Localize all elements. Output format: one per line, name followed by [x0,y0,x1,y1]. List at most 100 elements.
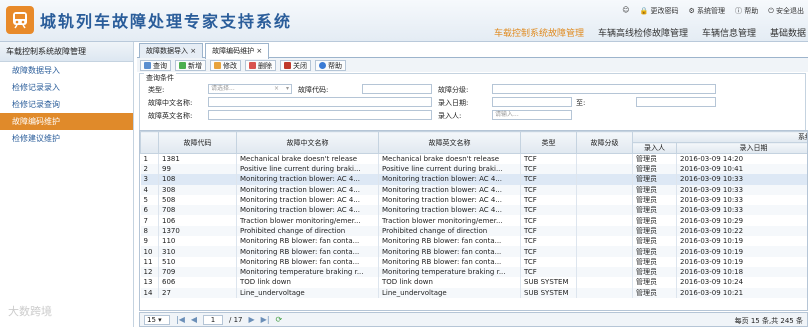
change-password-link[interactable]: 🔒 更改密码 [640,6,679,16]
table-row[interactable]: 1 1381 Mechanical brake doesn't release Mec… [140,153,807,164]
table-row[interactable]: 2 99 Positive line current during braki...… [140,164,807,175]
cell-entered-by: 管理员 [632,277,677,288]
sidebar-item-record-entry[interactable]: 检修记录录入 [0,79,133,96]
header-type[interactable]: 类型 [520,131,577,154]
cell-en-name: Monitoring RB blower: fan conta... [378,256,521,267]
type-select-value: 请选择... [211,85,235,92]
tab-fault-code[interactable]: 故障编码维护 × [205,43,270,59]
cell-en-name: Traction blower monitoring/emer... [378,215,521,226]
table-row[interactable]: 11 510 Monitoring RB blower: fan conta... M… [140,256,807,267]
next-page-icon[interactable]: ▶ [249,315,255,324]
cell-entered-by: 管理员 [632,215,677,226]
cell-row-number: 2 [140,164,159,175]
cell-type: TCF [520,184,577,195]
header-en-name[interactable]: 故障英文名称 [378,131,521,154]
table-row[interactable]: 12 709 Monitoring temperature braking r...… [140,266,807,278]
date-label: 录入日期: [438,99,469,107]
clear-icon[interactable]: × [274,85,279,93]
code-input[interactable] [362,84,432,94]
table-row[interactable]: 9 110 Monitoring RB blower: fan conta... Mo… [140,236,807,247]
prev-page-icon[interactable]: ◀ [191,315,197,324]
cell-en-name: Positive line current during braki... [378,164,521,175]
nav-onboard-fault[interactable]: 车载控制系统故障管理 [494,26,584,39]
last-page-icon[interactable]: ▶| [261,315,270,324]
cell-en-name: Prohibited change of direction [378,225,521,237]
header-group-system: 系统信息 [632,131,807,143]
code-label: 故障代码: [298,86,329,94]
help-link[interactable]: ⓘ 帮助 [735,6,758,16]
train-logo-icon [6,6,34,34]
nav-vehicle-info[interactable]: 车辆信息管理 [702,26,756,39]
cell-fault-code: 27 [158,287,237,298]
nav-basic-data[interactable]: 基础数据 [770,26,806,39]
page-number-input[interactable]: 1 [203,314,224,325]
table-row[interactable]: 13 606 TOD link down TOD link down SUB SYSTE… [140,277,807,288]
sidebar-item-fault-code[interactable]: 故障编码维护 [0,113,133,130]
help-button[interactable]: 帮助 [315,60,346,71]
cell-cn-name: Traction blower monitoring/emer... [236,215,379,226]
cell-type: TCF [520,256,577,267]
add-button[interactable]: 新增 [175,60,206,71]
cell-level [576,164,633,175]
header-person[interactable]: 录入人 [632,142,677,154]
close-icon[interactable]: × [256,47,262,55]
button-label: 关闭 [293,61,307,70]
cell-en-name: Monitoring RB blower: fan conta... [378,246,521,257]
header-code[interactable]: 故障代码 [158,131,237,154]
cell-en-name: Line_undervoltage [378,287,521,298]
close-button[interactable]: 关闭 [280,60,311,71]
table-row[interactable]: 10 310 Monitoring RB blower: fan conta... M… [140,246,807,257]
type-select[interactable]: 请选择... × ▾ [208,84,292,94]
sidebar-title: 车载控制系统故障管理 [0,42,133,62]
first-page-icon[interactable]: |◀ [176,315,185,324]
cell-entered-by: 管理员 [632,164,677,175]
cell-type: TCF [520,164,577,175]
logout-link[interactable]: ⏻ 安全退出 [768,6,804,16]
level-label: 故障分级: [438,86,469,94]
cn-name-input[interactable] [208,97,432,107]
header-level[interactable]: 故障分级 [576,131,633,154]
tab-fault-import[interactable]: 故障数据导入 × [139,43,204,58]
sidebar-item-advice[interactable]: 检修建议维护 [0,130,133,147]
cell-row-number: 8 [140,225,159,237]
delete-button[interactable]: 删除 [245,60,276,71]
cell-level [576,287,633,298]
system-admin-link[interactable]: ⚙ 系统管理 [688,6,725,16]
cell-row-number: 3 [140,174,159,185]
level-input[interactable] [492,84,716,94]
app-title: 城轨列车故障处理专家支持系统 [40,12,293,31]
nav-highline-maintenance[interactable]: 车辆高线检修故障管理 [598,26,688,39]
table-row[interactable]: 6 708 Monitoring traction blower: AC 4... M… [140,205,807,216]
sidebar-item-record-query[interactable]: 检修记录查询 [0,96,133,113]
chevron-down-icon[interactable]: ▾ [286,85,289,93]
person-input[interactable]: 请输入... [492,110,572,120]
table-row[interactable]: 5 508 Monitoring traction blower: AC 4... M… [140,194,807,206]
cell-entered-date: 2016-03-09 14:20 [676,153,807,164]
query-button[interactable]: 查询 [140,60,171,71]
table-row[interactable]: 8 1370 Prohibited change of direction Prohi… [140,225,807,237]
page-number-value: 1 [210,315,216,324]
table-row[interactable]: 3 108 Monitoring traction blower: AC 4... M… [140,174,807,185]
cell-entered-by: 管理员 [632,174,677,185]
page-size-select[interactable]: 15 ▾ [144,314,170,325]
edit-button[interactable]: 修改 [210,60,241,71]
tab-label: 故障数据导入 [146,47,188,55]
table-row[interactable]: 14 27 Line_undervoltage Line_undervoltage SU… [140,287,807,298]
refresh-icon[interactable]: ⟳ [276,315,283,324]
header-cn-name[interactable]: 故障中文名称 [236,131,379,154]
table-row[interactable]: 7 106 Traction blower monitoring/emer... Tr… [140,215,807,226]
table-row[interactable]: 4 308 Monitoring traction blower: AC 4... M… [140,184,807,195]
date-from-input[interactable] [492,97,572,107]
sidebar-item-fault-import[interactable]: 故障数据导入 [0,62,133,79]
en-name-input[interactable] [208,110,432,120]
user-icon[interactable]: ☺ [622,6,629,16]
close-icon[interactable]: × [190,47,196,55]
date-to-input[interactable] [636,97,716,107]
header-date[interactable]: 录入日期 [676,142,807,154]
cell-row-number: 1 [140,153,159,164]
watermark: 大数跨境 [8,305,52,318]
cell-fault-code: 99 [158,164,237,175]
cell-row-number: 7 [140,215,159,226]
cell-fault-code: 606 [158,277,237,288]
person-input-placeholder: 请输入... [495,111,519,118]
